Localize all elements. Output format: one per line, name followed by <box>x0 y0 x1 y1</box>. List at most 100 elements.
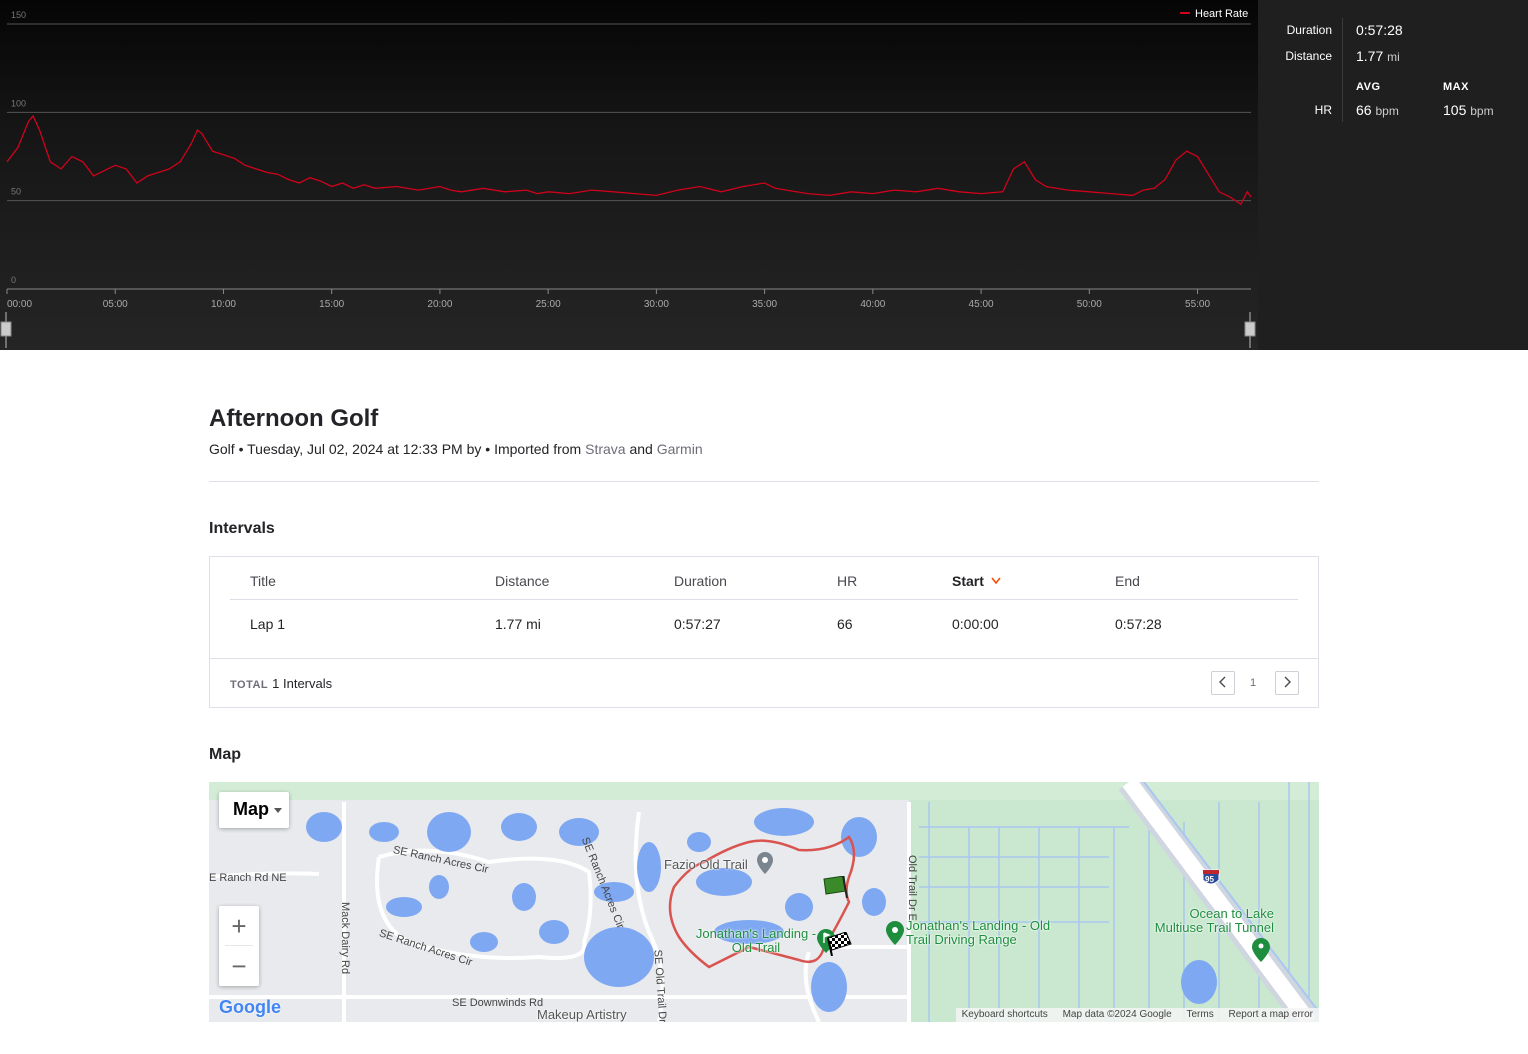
road-label-old-trail-e: Old Trail Dr E <box>906 854 919 922</box>
google-logo: Google <box>219 997 281 1017</box>
subtitle-sep-1: • <box>234 441 248 457</box>
map-heading: Map <box>209 746 241 763</box>
page-number[interactable]: 1 <box>1242 671 1264 695</box>
table-footer: TOTAL 1 Intervals 1 <box>210 658 1318 708</box>
report-error-link[interactable]: Report a map error <box>1229 1009 1313 1020</box>
intervals-table: Title Distance Duration HR Start End Lap… <box>209 556 1319 708</box>
terms-link[interactable]: Terms <box>1187 1009 1214 1020</box>
map-type-button[interactable]: Map <box>219 792 289 828</box>
and-text: and <box>625 441 657 457</box>
row-duration: 0:57:27 <box>674 616 721 632</box>
start-flag-icon <box>823 876 848 899</box>
x-tick-label: 45:00 <box>969 299 994 310</box>
hr-avg: 66 bpm <box>1356 102 1399 118</box>
next-page-button[interactable] <box>1275 671 1299 695</box>
total-label: TOTAL <box>230 679 269 691</box>
y-tick-label: 50 <box>11 187 21 197</box>
strava-link[interactable]: Strava <box>585 441 625 457</box>
poi-fazio-old-trail[interactable]: Fazio Old Trail <box>664 857 748 872</box>
hr-label: HR <box>1314 103 1332 117</box>
subtitle-sep-2: • <box>481 441 495 457</box>
x-tick-label: 55:00 <box>1185 299 1210 310</box>
title-divider <box>209 481 1319 482</box>
y-tick-label: 150 <box>11 10 26 20</box>
max-header: MAX <box>1443 81 1469 93</box>
zoom-out-button[interactable]: − <box>219 946 259 986</box>
poi-makeup-artistry[interactable]: Makeup Artistry <box>537 1007 627 1022</box>
row-start: 0:00:00 <box>952 616 999 632</box>
garmin-link[interactable]: Garmin <box>657 441 703 457</box>
x-tick-label: 50:00 <box>1077 299 1102 310</box>
poi-driving-range[interactable]: Jonathan's Landing - Old Trail Driving R… <box>906 919 1051 947</box>
hr-max: 105 bpm <box>1443 102 1494 118</box>
road-label-downwinds: SE Downwinds Rd <box>452 997 544 1009</box>
road-label-mack-dairy: Mack Dairy Rd <box>339 901 352 975</box>
heart-rate-line <box>6 114 1252 206</box>
poi-jonathans-landing[interactable]: Jonathan's Landing - Old Trail <box>691 927 821 955</box>
col-title[interactable]: Title <box>250 573 276 589</box>
distance-number: 1.77 <box>1356 48 1384 64</box>
zoom-controls: + − <box>219 906 259 986</box>
hr-max-number: 105 <box>1443 102 1467 118</box>
col-hr[interactable]: HR <box>837 573 857 589</box>
row-end: 0:57:28 <box>1115 616 1162 632</box>
duration-value: 0:57:28 <box>1356 22 1403 38</box>
row-title: Lap 1 <box>250 616 286 632</box>
map-canvas <box>209 782 1319 1022</box>
range-start-handle <box>0 321 12 337</box>
caret-down-icon <box>274 808 282 813</box>
heart-rate-chart: 150 100 50 0 00:00 05:00 10:00 15:00 20:00 25:00 3… <box>0 0 1258 350</box>
avg-header: AVG <box>1356 81 1381 93</box>
x-tick-label: 30:00 <box>644 299 669 310</box>
hr-avg-number: 66 <box>1356 102 1372 118</box>
distance-label: Distance <box>1285 49 1332 63</box>
col-start[interactable]: Start <box>952 573 1002 589</box>
golf-range-pin-icon <box>886 921 904 945</box>
total-summary: TOTAL 1 Intervals <box>230 676 332 691</box>
header-divider <box>230 599 1298 600</box>
poi-trail-tunnel[interactable]: Ocean to Lake Multiuse Trail Tunnel <box>1154 907 1274 935</box>
x-tick-label: 05:00 <box>103 299 128 310</box>
road-label-e-ranch: E Ranch Rd NE <box>209 872 287 884</box>
map-data-text: Map data ©2024 Google <box>1062 1009 1172 1020</box>
stats-panel: Duration 0:57:28 Distance 1.77 mi AVG MA… <box>1258 0 1528 350</box>
zoom-in-button[interactable]: + <box>219 906 259 946</box>
distance-value: 1.77 mi <box>1356 48 1400 64</box>
y-tick-label: 100 <box>11 98 26 108</box>
row-distance: 1.77 mi <box>495 616 541 632</box>
imported-from-text: Imported from <box>494 441 586 457</box>
activity-date: Tuesday, Jul 02, 2024 at 12:33 PM by <box>247 441 482 457</box>
chevron-right-icon <box>1284 676 1291 688</box>
x-tick-label: 15:00 <box>319 299 344 310</box>
range-end-handle <box>1244 321 1256 337</box>
legend-label: Heart Rate <box>1195 8 1248 20</box>
prev-page-button[interactable] <box>1211 671 1235 695</box>
x-tick-label: 20:00 <box>427 299 452 310</box>
x-tick-label: 25:00 <box>536 299 561 310</box>
x-tick-label: 40:00 <box>860 299 885 310</box>
col-distance[interactable]: Distance <box>495 573 549 589</box>
col-end[interactable]: End <box>1115 573 1140 589</box>
col-duration[interactable]: Duration <box>674 573 727 589</box>
activity-subtitle: Golf • Tuesday, Jul 02, 2024 at 12:33 PM… <box>209 441 1319 457</box>
x-tick-label: 35:00 <box>752 299 777 310</box>
chevron-down-icon <box>991 577 1001 585</box>
activity-content: Afternoon Golf Golf • Tuesday, Jul 02, 2… <box>209 405 1319 1022</box>
map-type-label: Map <box>233 799 269 819</box>
distance-unit: mi <box>1387 50 1400 64</box>
chart-canvas: 150 100 50 0 00:00 05:00 10:00 15:00 20:00 25:00 3… <box>0 8 1256 348</box>
map-view[interactable]: E Ranch Rd NE SE Ranch Acres Cir SE Ranc… <box>209 782 1319 1022</box>
keyboard-shortcuts-link[interactable]: Keyboard shortcuts <box>962 1009 1048 1020</box>
map-attribution: Keyboard shortcuts Map data ©2024 Google… <box>955 1008 1319 1022</box>
y-tick-label: 0 <box>11 275 16 285</box>
finish-flag-icon <box>827 932 852 956</box>
activity-sport: Golf <box>209 441 235 457</box>
activity-title: Afternoon Golf <box>209 405 379 432</box>
col-start-label: Start <box>952 573 984 589</box>
duration-label: Duration <box>1286 23 1332 37</box>
total-value: 1 Intervals <box>272 676 333 691</box>
trail-pin-icon <box>1252 938 1270 962</box>
hr-max-unit: bpm <box>1470 104 1494 118</box>
hr-avg-unit: bpm <box>1375 104 1399 118</box>
chevron-left-icon <box>1219 676 1226 688</box>
